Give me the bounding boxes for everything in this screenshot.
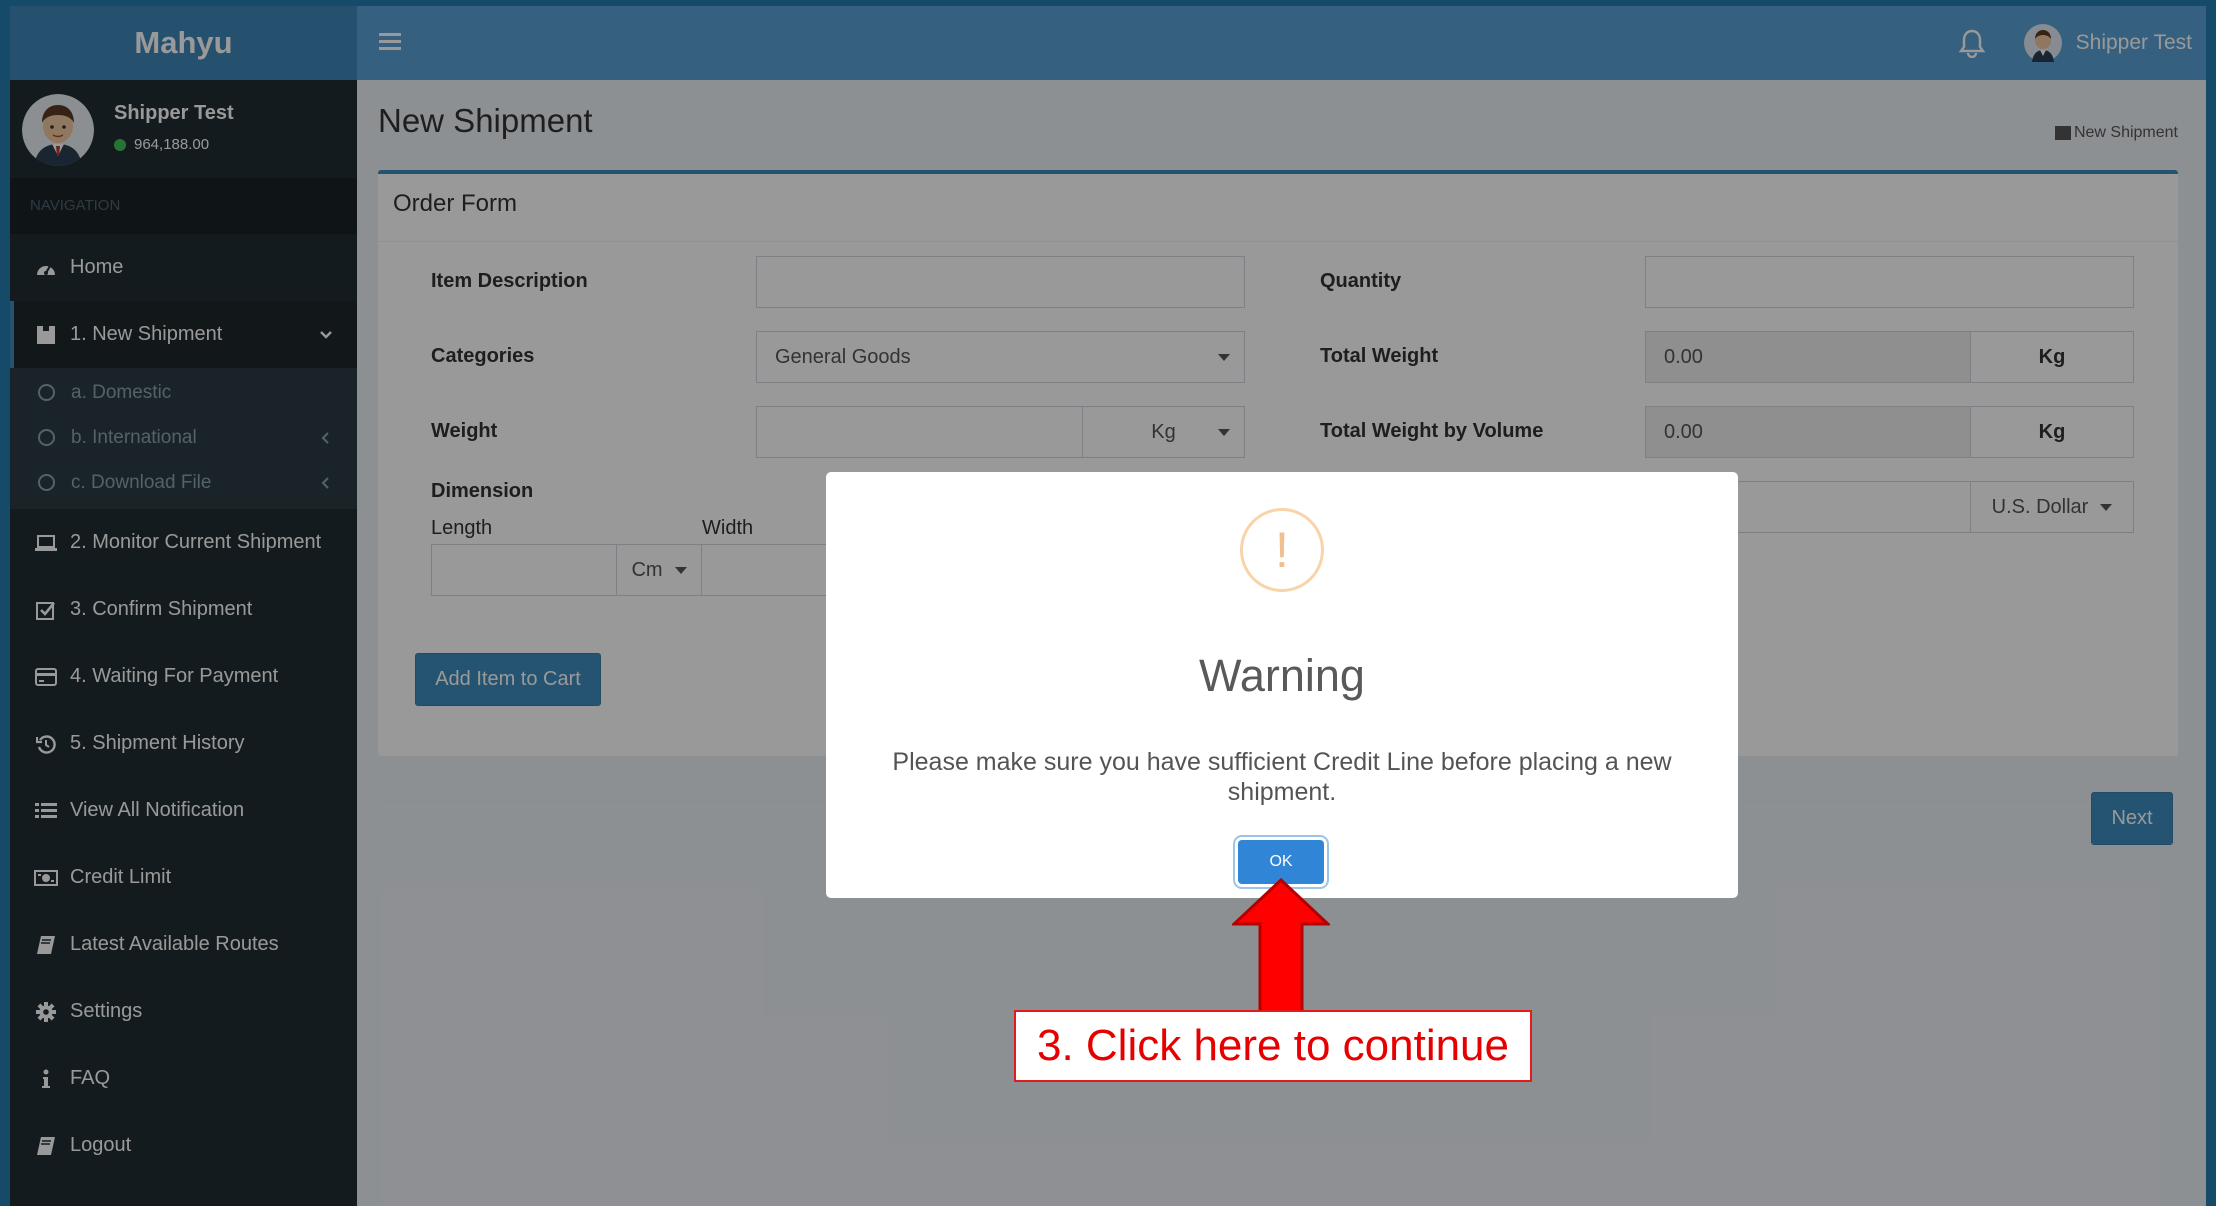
warning-icon: ! [1240,508,1324,592]
instruction-callout: 3. Click here to continue [1014,1010,1532,1082]
dialog-message: Please make sure you have sufficient Cre… [892,748,1672,806]
red-arrow-icon [1232,878,1330,1018]
dialog-title: Warning [1199,650,1365,701]
warning-dialog: ! Warning Please make sure you have suff… [826,472,1738,898]
